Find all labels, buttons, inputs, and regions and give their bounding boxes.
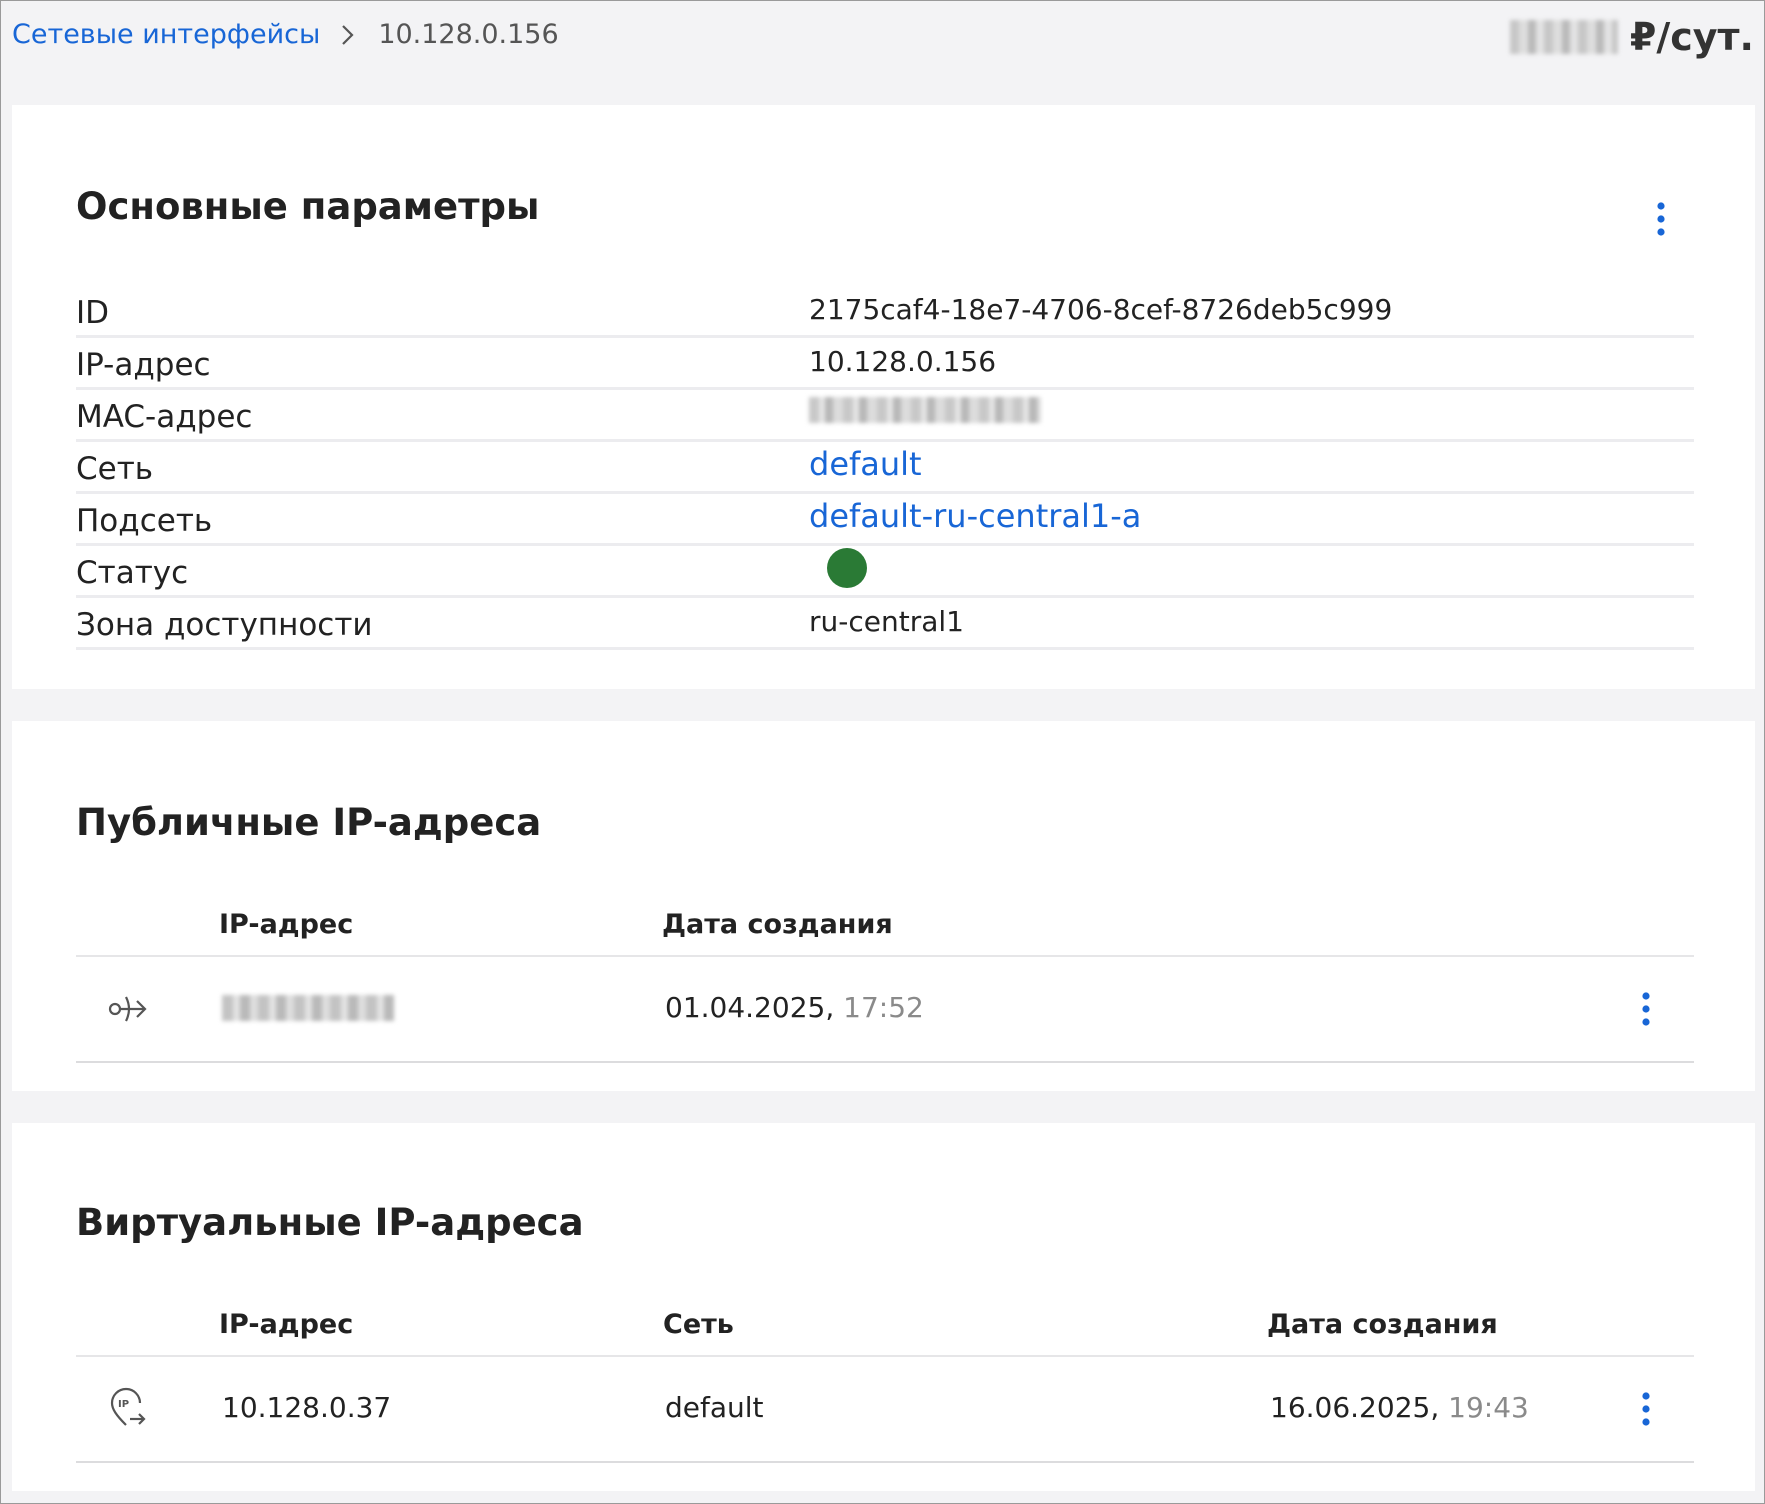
column-ip: IP-адрес <box>219 1309 354 1340</box>
row-more-icon[interactable] <box>1634 1389 1658 1429</box>
basic-more-icon[interactable] <box>1649 199 1673 239</box>
prop-label: MAC-адрес <box>76 399 253 435</box>
public-ips-card: Публичные IP-адреса IP-адрес Дата создан… <box>12 721 1755 1091</box>
prop-row-zone: Зона доступности ru-central1 <box>76 595 1694 650</box>
basic-parameters-card: Основные параметры ID 2175caf4-18e7-4706… <box>12 105 1755 689</box>
table-row[interactable]: IP 10.128.0.37 default 16.06.2025, 19:43 <box>76 1357 1694 1463</box>
virtual-ip-network: default <box>665 1391 764 1424</box>
column-created: Дата создания <box>662 909 893 940</box>
prop-row-network: Сеть default <box>76 439 1694 494</box>
prop-value-mac-redacted <box>809 397 1041 430</box>
basic-parameters-title: Основные параметры <box>76 185 540 228</box>
top-bar: Сетевые интерфейсы 10.128.0.156 ₽/сут. <box>1 1 1764 77</box>
network-link[interactable]: default <box>809 445 922 483</box>
created-date: 16.06.2025, 19:43 <box>1270 1391 1529 1424</box>
virtual-ips-title: Виртуальные IP-адреса <box>76 1201 584 1244</box>
subnet-link[interactable]: default-ru-central1-a <box>809 497 1141 535</box>
column-network: Сеть <box>663 1309 734 1340</box>
prop-label: Зона доступности <box>76 607 373 643</box>
row-more-icon[interactable] <box>1634 989 1658 1029</box>
date: 16.06.2025, <box>1270 1391 1440 1424</box>
time: 17:52 <box>843 991 924 1024</box>
prop-value-id: 2175caf4-18e7-4706-8cef-8726deb5c999 <box>809 293 1393 326</box>
virtual-ips-table-header: IP-адрес Сеть Дата создания <box>76 1293 1694 1357</box>
virtual-ip-value: 10.128.0.37 <box>222 1391 392 1424</box>
public-ips-title: Публичные IP-адреса <box>76 801 542 844</box>
prop-label: IP-адрес <box>76 347 211 383</box>
prop-row-mac: MAC-адрес <box>76 387 1694 442</box>
cost-unit: ₽/сут. <box>1629 15 1754 59</box>
column-ip: IP-адрес <box>219 909 354 940</box>
prop-label: Подсеть <box>76 503 213 539</box>
breadcrumb: Сетевые интерфейсы 10.128.0.156 <box>12 19 559 50</box>
chevron-right-icon <box>340 22 356 48</box>
prop-row-subnet: Подсеть default-ru-central1-a <box>76 491 1694 546</box>
public-ip-value-redacted <box>222 995 394 1028</box>
column-created: Дата создания <box>1267 1309 1498 1340</box>
table-row[interactable]: 01.04.2025, 17:52 <box>76 957 1694 1063</box>
date: 01.04.2025, <box>665 991 835 1024</box>
virtual-ip-icon: IP <box>106 1387 150 1431</box>
status-indicator <box>827 548 867 588</box>
cost-amount-redacted <box>1509 20 1618 54</box>
virtual-ips-card: Виртуальные IP-адреса IP-адрес Сеть Дата… <box>12 1123 1755 1491</box>
prop-label: Сеть <box>76 451 154 487</box>
prop-value-ip: 10.128.0.156 <box>809 345 997 378</box>
time: 19:43 <box>1448 1391 1529 1424</box>
prop-row-id: ID 2175caf4-18e7-4706-8cef-8726deb5c999 <box>76 283 1694 338</box>
breadcrumb-network-interfaces-link[interactable]: Сетевые интерфейсы <box>12 19 320 50</box>
svg-text:IP: IP <box>118 1399 129 1410</box>
prop-value-zone: ru-central1 <box>809 605 964 638</box>
created-date: 01.04.2025, 17:52 <box>665 991 924 1024</box>
public-ip-icon <box>106 987 150 1031</box>
prop-row-status: Статус <box>76 543 1694 598</box>
prop-row-ip: IP-адрес 10.128.0.156 <box>76 335 1694 390</box>
prop-label: ID <box>76 295 110 331</box>
breadcrumb-current: 10.128.0.156 <box>378 19 559 50</box>
prop-label: Статус <box>76 555 189 591</box>
public-ips-table-header: IP-адрес Дата создания <box>76 893 1694 957</box>
daily-cost: ₽/сут. <box>1509 15 1754 59</box>
